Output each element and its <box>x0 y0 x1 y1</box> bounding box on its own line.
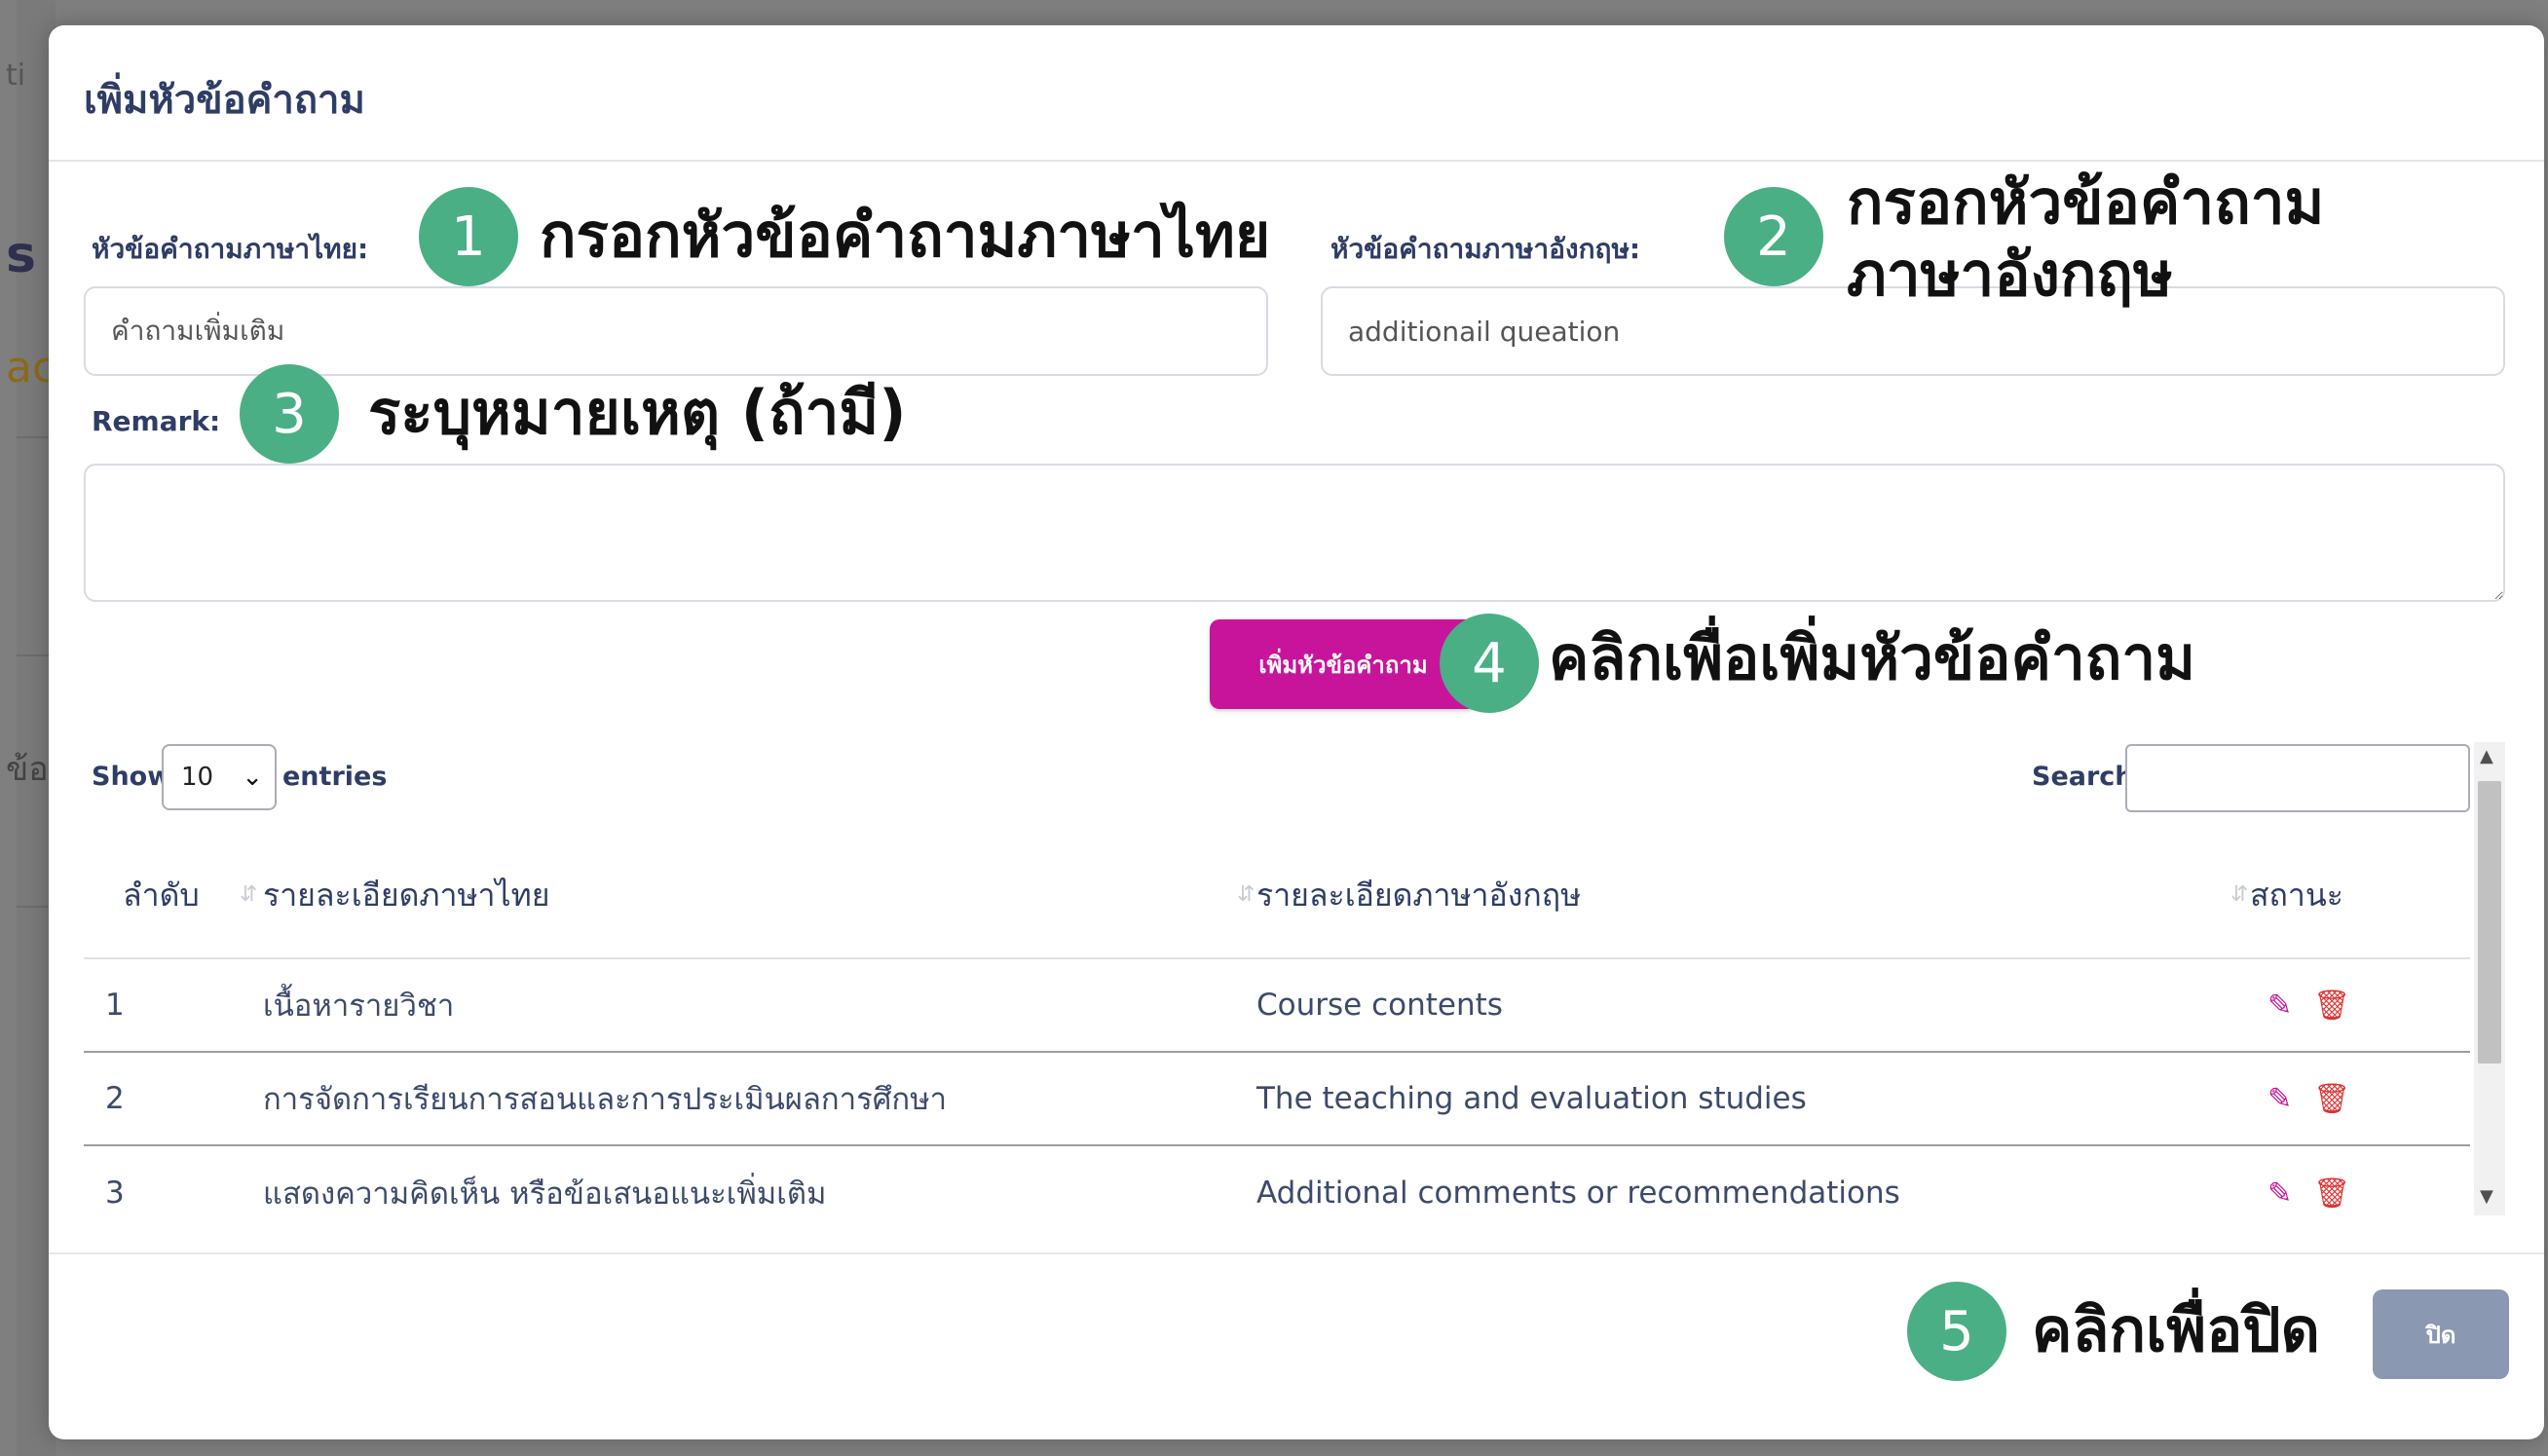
row-thai-cell: การจัดการเรียนการสอนและการประเมินผลการศึ… <box>263 1052 1256 1146</box>
column-header-thai[interactable]: รายละเอียดภาษาไทย ⇵ <box>263 834 1256 959</box>
annotation-badge-2: 2 <box>1724 187 1823 286</box>
trash-icon[interactable]: 🗑 <box>2313 1176 2350 1209</box>
annotation-text-1: กรอกหัวข้อคำถามภาษาไทย <box>540 200 1271 271</box>
annotation-badge-4: 4 <box>1440 614 1539 713</box>
row-order-cell: 3 <box>105 1175 125 1209</box>
annotation-text-2-line2: ภาษาอังกฤษ <box>1847 239 2173 310</box>
scroll-thumb[interactable] <box>2478 781 2501 1064</box>
annotation-text-4: คลิกเพื่อเพิ่มหัวข้อคำถาม <box>1549 622 2196 693</box>
add-question-modal: เพิ่มหัวข้อคำถาม หัวข้อคำถามภาษาไทย: หัว… <box>49 25 2544 1439</box>
trash-icon[interactable]: 🗑 <box>2313 989 2350 1023</box>
search-input[interactable] <box>2125 744 2470 812</box>
column-header-label: สถานะ <box>2250 877 2343 914</box>
thai-question-input[interactable] <box>84 286 1268 376</box>
annotation-badge-1: 1 <box>419 187 518 286</box>
row-actions-cell: ✎ 🗑 <box>2250 958 2470 1053</box>
column-header-status: สถานะ <box>2250 834 2470 959</box>
annotation-text-5: คลิกเพื่อปิด <box>2032 1294 2320 1365</box>
chevron-down-icon: ⌄ <box>242 763 263 792</box>
background-text-fragment: ti <box>6 58 26 93</box>
row-thai-cell: แสดงความคิดเห็น หรือข้อเสนอแนะเพิ่มเติม <box>263 1176 827 1209</box>
row-order-cell: 1 <box>84 958 263 1053</box>
table-row: 2 การจัดการเรียนการสอนและการประเมินผลการ… <box>84 1052 2470 1146</box>
modal-title: เพิ่มหัวข้อคำถาม <box>84 78 365 123</box>
thai-question-label: หัวข้อคำถามภาษาไทย: <box>92 233 369 265</box>
edit-icon[interactable]: ✎ <box>2267 1082 2292 1116</box>
column-header-english[interactable]: รายละเอียดภาษาอังกฤษ ⇵ <box>1256 834 2250 959</box>
remark-textarea[interactable] <box>84 464 2505 602</box>
column-header-label: รายละเอียดภาษาอังกฤษ <box>1256 877 1582 914</box>
questions-table-container: ลำดับ ⇵ รายละเอียดภาษาไทย ⇵ รายละเอียดภา… <box>84 834 2470 1208</box>
sort-icon: ⇵ <box>1237 882 1255 907</box>
entries-label: entries <box>282 762 388 792</box>
table-header-row: ลำดับ ⇵ รายละเอียดภาษาไทย ⇵ รายละเอียดภา… <box>84 834 2470 959</box>
questions-table: ลำดับ ⇵ รายละเอียดภาษาไทย ⇵ รายละเอียดภา… <box>84 834 2470 1208</box>
close-button[interactable]: ปิด <box>2373 1289 2509 1379</box>
entries-select[interactable]: 10 ⌄ <box>162 744 277 810</box>
show-label: Show <box>92 762 172 792</box>
english-question-label: หัวข้อคำถามภาษาอังกฤษ: <box>1330 233 1641 265</box>
column-header-order[interactable]: ลำดับ ⇵ <box>84 834 263 959</box>
add-question-button[interactable]: เพิ่มหัวข้อคำถาม <box>1210 619 1477 709</box>
background-text-fragment: ข้อ <box>6 750 49 789</box>
modal-header: เพิ่มหัวข้อคำถาม <box>49 25 2544 162</box>
scroll-up-arrow-icon[interactable]: ▲ <box>2480 746 2493 766</box>
row-english-cell: Additional comments or recommendations <box>1256 1175 1900 1209</box>
annotation-badge-3: 3 <box>240 364 339 464</box>
row-actions-cell: ✎ 🗑 <box>2250 1052 2470 1146</box>
column-header-label: ลำดับ <box>123 877 200 914</box>
scroll-down-arrow-icon[interactable]: ▼ <box>2480 1186 2493 1207</box>
trash-icon[interactable]: 🗑 <box>2313 1082 2350 1116</box>
table-row: 1 เนื้อหารายวิชา Course contents ✎ 🗑 <box>84 958 2470 1053</box>
row-thai-cell: เนื้อหารายวิชา <box>263 958 1256 1053</box>
remark-label: Remark: <box>92 405 221 437</box>
column-header-label: รายละเอียดภาษาไทย <box>263 877 550 914</box>
modal-scrollbar[interactable]: ▲ ▼ <box>2474 742 2505 1215</box>
annotation-text-3: ระบุหมายเหตุ (ถ้ามี) <box>368 377 907 448</box>
row-order-cell: 2 <box>84 1052 263 1146</box>
row-english-cell: The teaching and evaluation studies <box>1256 1052 2250 1146</box>
sort-icon: ⇵ <box>2230 882 2249 907</box>
row-actions-cell: ✎ 🗑 <box>2250 1145 2470 1209</box>
edit-icon[interactable]: ✎ <box>2267 1176 2292 1209</box>
annotation-text-2-line1: กรอกหัวข้อคำถาม <box>1847 167 2325 238</box>
sort-icon: ⇵ <box>240 882 258 907</box>
background-text-fragment: s <box>6 226 36 284</box>
entries-select-value: 10 <box>181 763 214 792</box>
annotation-badge-5: 5 <box>1907 1282 2006 1381</box>
table-row: 3 แสดงความคิดเห็น หรือข้อเสนอแนะเพิ่มเติ… <box>84 1145 2470 1209</box>
edit-icon[interactable]: ✎ <box>2267 989 2292 1023</box>
row-english-cell: Course contents <box>1256 958 2250 1053</box>
